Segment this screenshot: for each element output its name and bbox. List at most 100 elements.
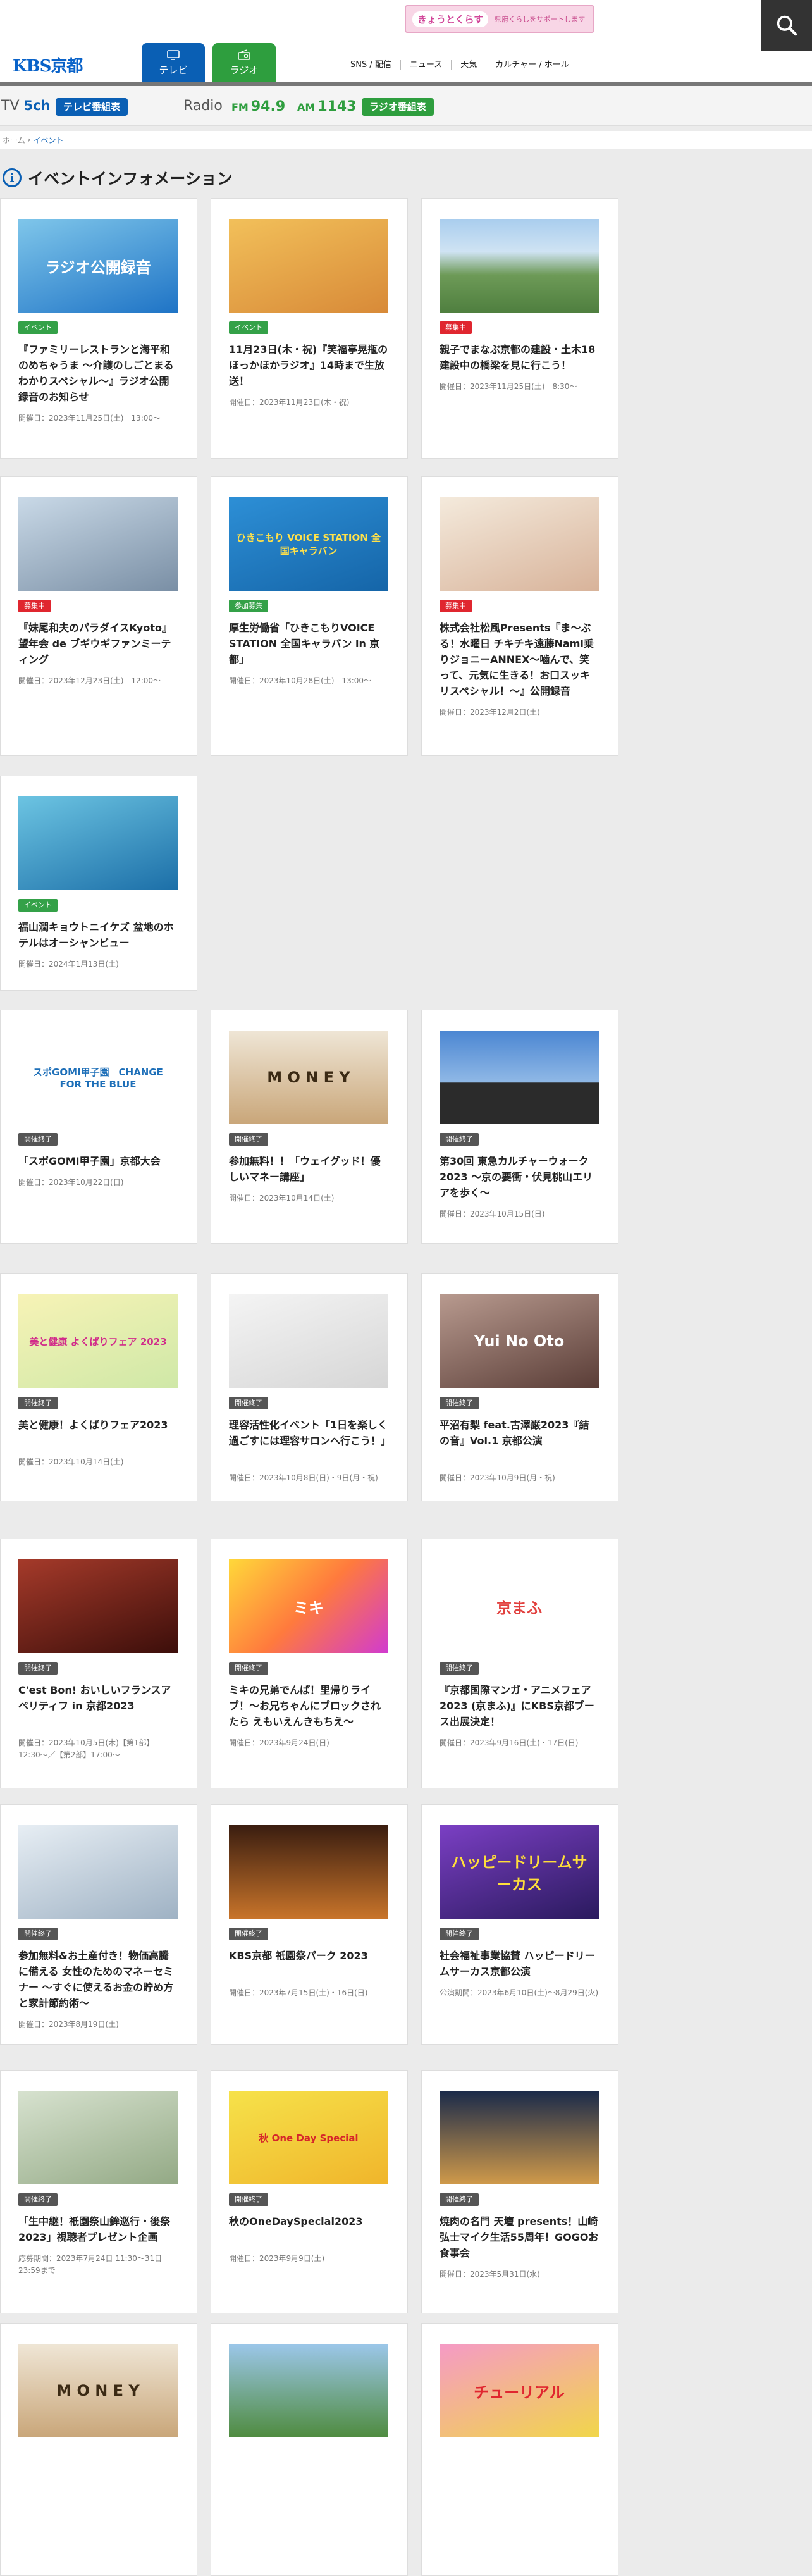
tv-schedule-button[interactable]: テレビ番組表 — [56, 98, 128, 116]
menu-button[interactable] — [761, 0, 812, 51]
event-thumbnail[interactable]: 京まふ — [440, 1559, 599, 1653]
event-thumbnail[interactable]: ハッピードリームサーカス — [440, 1825, 599, 1919]
nav-news[interactable]: ニュース — [401, 60, 452, 70]
event-card[interactable]: 募集中 親子でまなぶ京都の建設・土木18 建設中の橋梁を見に行こう！ 開催日：202… — [421, 198, 618, 459]
event-thumbnail[interactable]: チューリアル — [440, 2344, 599, 2437]
event-date: 開催日：2023年7月15日(土)・16日(日) — [229, 1988, 368, 1997]
event-thumbnail[interactable] — [229, 1294, 388, 1388]
event-thumbnail[interactable] — [229, 1825, 388, 1919]
event-thumbnail[interactable] — [18, 1825, 178, 1919]
event-thumbnail[interactable] — [18, 1559, 178, 1653]
event-thumbnail[interactable] — [229, 2344, 388, 2437]
event-thumbnail[interactable] — [440, 497, 599, 591]
event-thumbnail[interactable]: M O N E Y — [18, 2344, 178, 2437]
event-thumbnail[interactable] — [229, 219, 388, 313]
event-card[interactable]: 開催終了 C'est Bon! おいしいフランスアペリティフ in 京都2023 開… — [0, 1539, 197, 1788]
radio-schedule-button[interactable]: ラジオ番組表 — [362, 98, 434, 116]
event-title[interactable]: 「スポGOMI甲子園」京都大会 — [18, 1153, 178, 1169]
thumbnail-caption: M O N E Y — [56, 2382, 140, 2400]
nav-sns[interactable]: SNS / 配信 — [341, 60, 401, 70]
tab-tv[interactable]: テレビ — [142, 43, 205, 82]
event-thumbnail[interactable]: 秋 One Day Special — [229, 2091, 388, 2184]
event-title[interactable]: 「生中継！祇園祭山鉾巡行・後祭2023」視聴者プレゼント企画 — [18, 2214, 178, 2245]
event-title[interactable]: 『京都国際マンガ・アニメフェア2023 (京まふ)』にKBS京都ブース出展決定！ — [440, 1682, 599, 1730]
thumbnail-caption: Yui No Oto — [474, 1332, 565, 1350]
event-thumbnail[interactable]: ラジオ公開録音 — [18, 219, 178, 313]
event-title[interactable]: 『ファミリーレストランと海平和のめちゃうま 〜介護のしごとまるわかりスペシャル〜… — [18, 342, 178, 405]
event-thumbnail[interactable]: 美と健康 よくばりフェア 2023 — [18, 1294, 178, 1388]
event-card[interactable]: ひきこもり VOICE STATION 全国キャラバン 参加募集 厚生労働省「ひきこ… — [211, 476, 408, 756]
event-title[interactable]: 11月23日(木・祝)『笑福亭晃瓶のほっかほかラジオ』14時まで生放送！ — [229, 342, 388, 389]
event-thumbnail[interactable]: スポGOMI甲子園 CHANGE FOR THE BLUE — [18, 1031, 178, 1124]
event-card[interactable]: ラジオ公開録音 イベント 『ファミリーレストランと海平和のめちゃうま 〜介護のしごと… — [0, 198, 197, 459]
event-card[interactable]: 秋 One Day Special 開催終了 秋のOneDaySpecial2023… — [211, 2070, 408, 2313]
event-card[interactable]: ミキ 開催終了 ミキの兄弟でんぱ！里帰りライブ！〜お兄ちゃんにブロックされたら えも… — [211, 1539, 408, 1788]
event-title[interactable]: 株式会社松風Presents『ま〜ぶる！水曜日 チキチキ遠藤Nami乗りジョニー… — [440, 620, 599, 699]
breadcrumb-current: イベント — [33, 135, 64, 145]
event-thumbnail[interactable] — [18, 796, 178, 890]
event-card[interactable]: スポGOMI甲子園 CHANGE FOR THE BLUE 開催終了 「スポGOMI… — [0, 1010, 197, 1244]
event-thumbnail[interactable] — [440, 2091, 599, 2184]
event-card[interactable]: 開催終了 焼肉の名門 天壇 presents！山崎弘士マイク生活55周年！GOGO… — [421, 2070, 618, 2313]
event-thumbnail[interactable]: ミキ — [229, 1559, 388, 1653]
event-title[interactable]: KBS京都 祇園祭パーク 2023 — [229, 1948, 388, 1964]
event-title[interactable]: 焼肉の名門 天壇 presents！山崎弘士マイク生活55周年！GOGOお食事会 — [440, 2214, 599, 2261]
event-card[interactable]: 募集中 『妹尾和夫のパラダイスKyoto』望年会 de ブギウギファンミーティング… — [0, 476, 197, 756]
event-title[interactable]: 理容活性化イベント「1日を楽しく過ごすには理容サロンへ行こう！」 — [229, 1417, 391, 1449]
event-title[interactable]: 参加無料&お土産付き！物価高騰に備える 女性のためのマネーセミナー 〜すぐに使え… — [18, 1948, 178, 2011]
event-card[interactable] — [211, 2323, 408, 2576]
nav-culture[interactable]: カルチャー / ホール — [486, 60, 578, 70]
event-date: 開催日：2023年9月16日(土)・17日(日) — [440, 1738, 579, 1747]
status-badge: 開催終了 — [18, 1397, 58, 1409]
event-thumbnail[interactable]: ひきこもり VOICE STATION 全国キャラバン — [229, 497, 388, 591]
breadcrumb: ホーム › イベント — [0, 131, 812, 149]
event-title[interactable]: 社会福祉事業協賛 ハッピードリームサーカス京都公演 — [440, 1948, 599, 1979]
status-badge: 開催終了 — [229, 1397, 268, 1409]
event-thumbnail[interactable]: M O N E Y — [229, 1031, 388, 1124]
event-title[interactable]: 『妹尾和夫のパラダイスKyoto』望年会 de ブギウギファンミーティング — [18, 620, 178, 667]
event-card[interactable]: 募集中 株式会社松風Presents『ま〜ぶる！水曜日 チキチキ遠藤Nami乗りジ… — [421, 476, 618, 756]
event-card[interactable]: 開催終了 参加無料&お土産付き！物価高騰に備える 女性のためのマネーセミナー 〜す… — [0, 1804, 197, 2045]
thumbnail-caption: スポGOMI甲子園 CHANGE FOR THE BLUE — [33, 1066, 163, 1090]
event-title[interactable]: 第30回 東急カルチャーウォーク2023 〜京の要衝・伏見桃山エリアを歩く〜 — [440, 1153, 599, 1201]
event-thumbnail[interactable]: Yui No Oto — [440, 1294, 599, 1388]
event-title[interactable]: 秋のOneDaySpecial2023 — [229, 2214, 388, 2229]
event-date: 開催日：2023年9月24日(日) — [229, 1738, 329, 1747]
event-card[interactable]: 開催終了 KBS京都 祇園祭パーク 2023 開催日：2023年7月15日(土)・1… — [211, 1804, 408, 2045]
status-badge: 開催終了 — [440, 1133, 479, 1146]
event-title[interactable]: 福山潤キョウトニイケズ 盆地のホテルはオーシャンビュー — [18, 919, 178, 951]
event-card[interactable]: 開催終了 理容活性化イベント「1日を楽しく過ごすには理容サロンへ行こう！」 開催日：… — [211, 1273, 408, 1501]
event-card[interactable]: Yui No Oto 開催終了 平沼有梨 feat.古澤巌2023『結の音』Vol.… — [421, 1273, 618, 1501]
event-title[interactable]: C'est Bon! おいしいフランスアペリティフ in 京都2023 — [18, 1682, 178, 1714]
event-card[interactable]: 開催終了第30回 東急カルチャーウォーク2023 〜京の要衝・伏見桃山エリアを歩… — [421, 1010, 618, 1244]
event-date: 応募期間：2023年7月24日 11:30〜31日 23:59まで — [18, 2254, 163, 2275]
event-card[interactable]: 京まふ 開催終了 『京都国際マンガ・アニメフェア2023 (京まふ)』にKBS京都ブ… — [421, 1539, 618, 1788]
event-card[interactable]: M O N E Y 開催終了 参加無料！！「ウェイグッド！優しいマネー講座」 開催日：… — [211, 1010, 408, 1244]
event-card[interactable]: M O N E Y — [0, 2323, 197, 2576]
event-card[interactable]: 美と健康 よくばりフェア 2023 開催終了 美と健康！よくばりフェア2023 開催日… — [0, 1273, 197, 1501]
event-thumbnail[interactable] — [440, 1031, 599, 1124]
event-title[interactable]: 美と健康！よくばりフェア2023 — [18, 1417, 178, 1433]
event-thumbnail[interactable] — [18, 2091, 178, 2184]
fm-frequency: FM 94.9 — [231, 99, 286, 115]
event-card[interactable]: ハッピードリームサーカス 開催終了 社会福祉事業協賛 ハッピードリームサーカス京都公… — [421, 1804, 618, 2045]
tv-icon — [167, 49, 180, 60]
nav-weather[interactable]: 天気 — [452, 60, 487, 70]
ad-banner[interactable]: きょうとくらす 県府くらしをサポートします — [405, 5, 594, 33]
breadcrumb-home[interactable]: ホーム — [3, 135, 25, 146]
event-date: 開催日：2023年10月15日(日) — [440, 1210, 545, 1218]
event-title[interactable]: 参加無料！！「ウェイグッド！優しいマネー講座」 — [229, 1153, 388, 1185]
tab-radio[interactable]: ラジオ — [212, 43, 276, 82]
channel-bar: TV 5ch テレビ番組表 Radio FM 94.9 AM 1143 ラジオ番組表 — [0, 86, 812, 126]
site-logo[interactable]: KBS京都 — [13, 53, 83, 77]
event-title[interactable]: 平沼有梨 feat.古澤巌2023『結の音』Vol.1 京都公演 — [440, 1417, 599, 1449]
event-card[interactable]: 開催終了 「生中継！祇園祭山鉾巡行・後祭2023」視聴者プレゼント企画 応募期間：2… — [0, 2070, 197, 2313]
event-title[interactable]: 親子でまなぶ京都の建設・土木18 建設中の橋梁を見に行こう！ — [440, 342, 599, 373]
event-card[interactable]: イベント 福山潤キョウトニイケズ 盆地のホテルはオーシャンビュー 開催日：2024年… — [0, 776, 197, 991]
event-title[interactable]: ミキの兄弟でんぱ！里帰りライブ！〜お兄ちゃんにブロックされたら えもいえんきもち… — [229, 1682, 388, 1730]
event-thumbnail[interactable] — [440, 219, 599, 313]
event-card[interactable]: イベント 11月23日(木・祝)『笑福亭晃瓶のほっかほかラジオ』14時まで生放送！… — [211, 198, 408, 459]
event-card[interactable]: チューリアル — [421, 2323, 618, 2576]
event-title[interactable]: 厚生労働省「ひきこもりVOICE STATION 全国キャラバン in 京都」 — [229, 620, 388, 667]
event-thumbnail[interactable] — [18, 497, 178, 591]
